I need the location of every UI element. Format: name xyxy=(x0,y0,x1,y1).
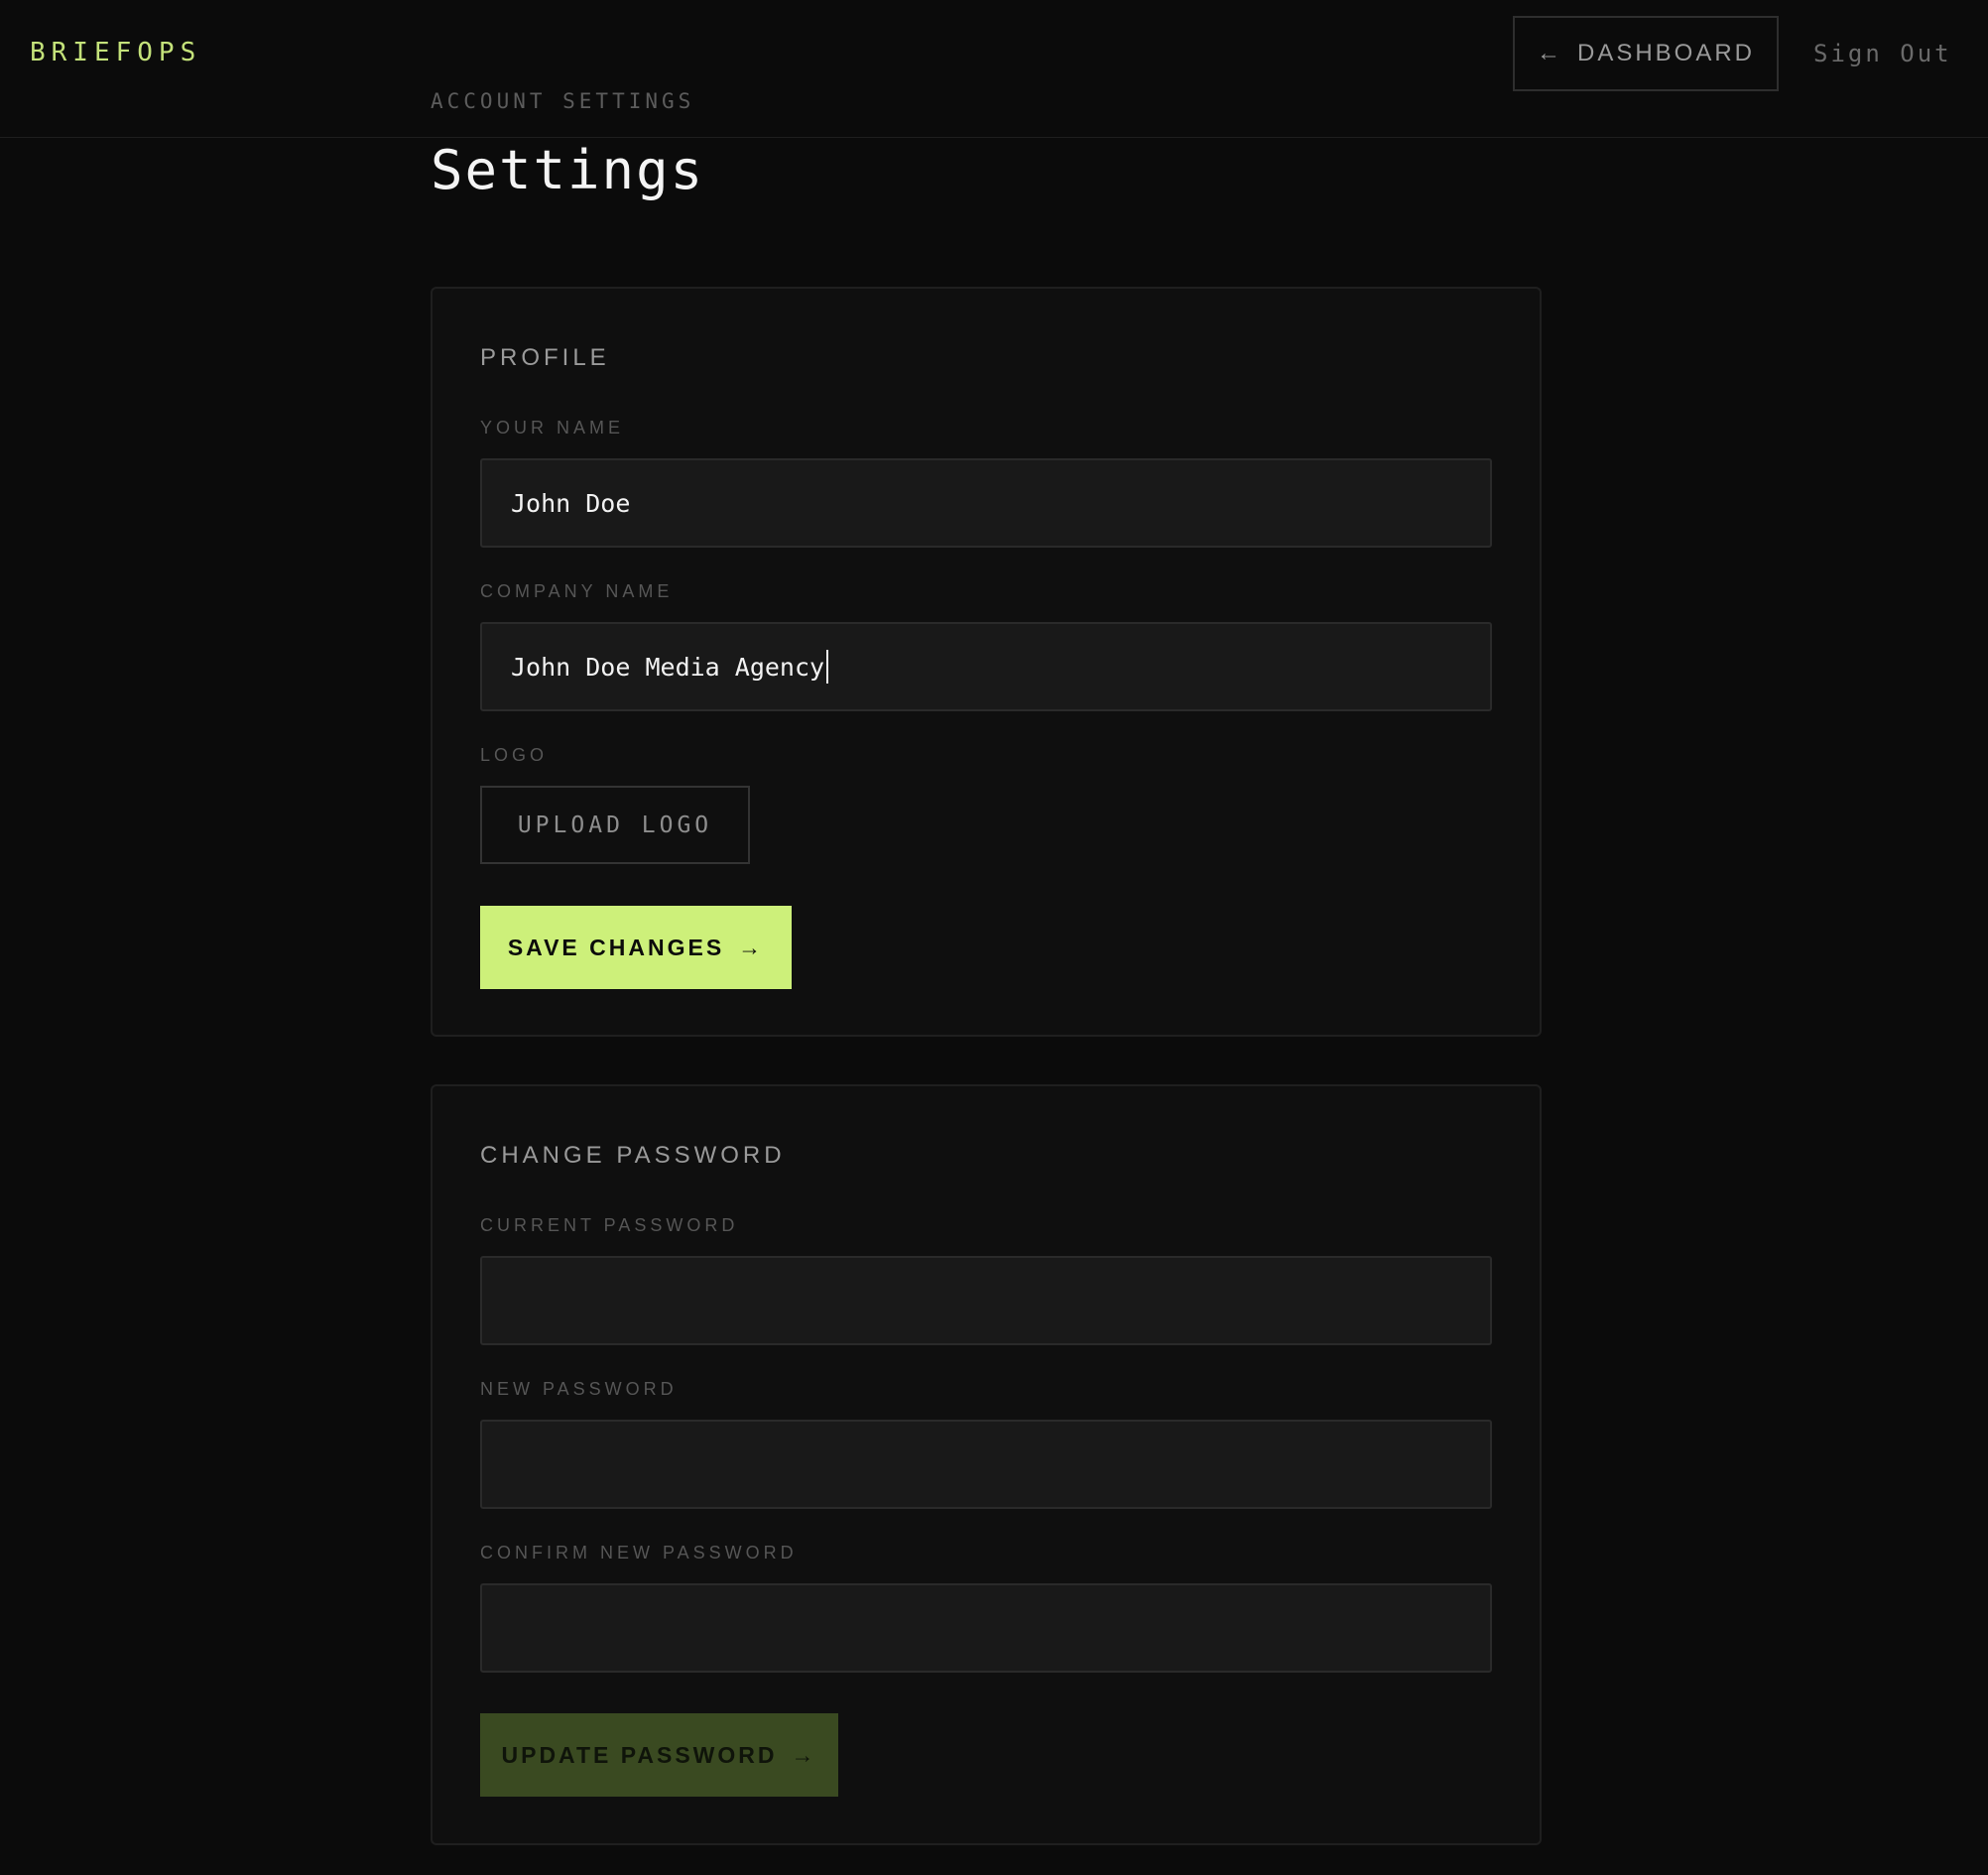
top-bar: BRIEFOPS ← DASHBOARD Sign Out ACCOUNT SE… xyxy=(0,0,1988,138)
password-section-title: CHANGE PASSWORD xyxy=(480,1142,786,1169)
arrow-right-icon: → xyxy=(738,934,765,960)
confirm-password-label: CONFIRM NEW PASSWORD xyxy=(480,1543,798,1562)
confirm-password-input[interactable] xyxy=(480,1583,1492,1673)
name-label: YOUR NAME xyxy=(480,418,625,438)
new-password-input[interactable] xyxy=(480,1420,1492,1509)
company-input[interactable]: John Doe Media Agency xyxy=(480,622,1492,711)
current-password-input[interactable] xyxy=(480,1256,1492,1345)
update-password-button[interactable]: UPDATE PASSWORD → xyxy=(480,1713,838,1797)
dashboard-button[interactable]: ← DASHBOARD xyxy=(1513,16,1779,91)
upload-logo-button[interactable]: UPLOAD LOGO xyxy=(480,786,750,864)
arrow-right-icon: → xyxy=(791,1741,817,1768)
name-input[interactable]: John Doe xyxy=(480,458,1492,548)
company-input-value: John Doe Media Agency xyxy=(511,652,825,682)
save-changes-button[interactable]: SAVE CHANGES → xyxy=(480,906,792,989)
change-password-card: CHANGE PASSWORD CURRENT PASSWORD NEW PAS… xyxy=(431,1084,1542,1845)
breadcrumb: ACCOUNT SETTINGS xyxy=(431,89,695,113)
sign-out-link[interactable]: Sign Out xyxy=(1813,40,1952,67)
current-password-label: CURRENT PASSWORD xyxy=(480,1215,739,1235)
dashboard-button-label: DASHBOARD xyxy=(1576,40,1756,66)
text-caret xyxy=(826,650,829,684)
company-label: COMPANY NAME xyxy=(480,581,674,601)
name-input-value: John Doe xyxy=(511,488,631,518)
new-password-label: NEW PASSWORD xyxy=(480,1379,678,1399)
page-title: Settings xyxy=(431,139,705,201)
update-password-label: UPDATE PASSWORD xyxy=(501,1741,778,1768)
brand-logo[interactable]: BRIEFOPS xyxy=(30,38,201,67)
arrow-left-icon: ← xyxy=(1536,40,1563,66)
profile-card: PROFILE YOUR NAME John Doe COMPANY NAME … xyxy=(431,287,1542,1037)
profile-section-title: PROFILE xyxy=(480,344,610,371)
logo-label: LOGO xyxy=(480,745,549,765)
save-changes-label: SAVE CHANGES xyxy=(507,934,725,960)
